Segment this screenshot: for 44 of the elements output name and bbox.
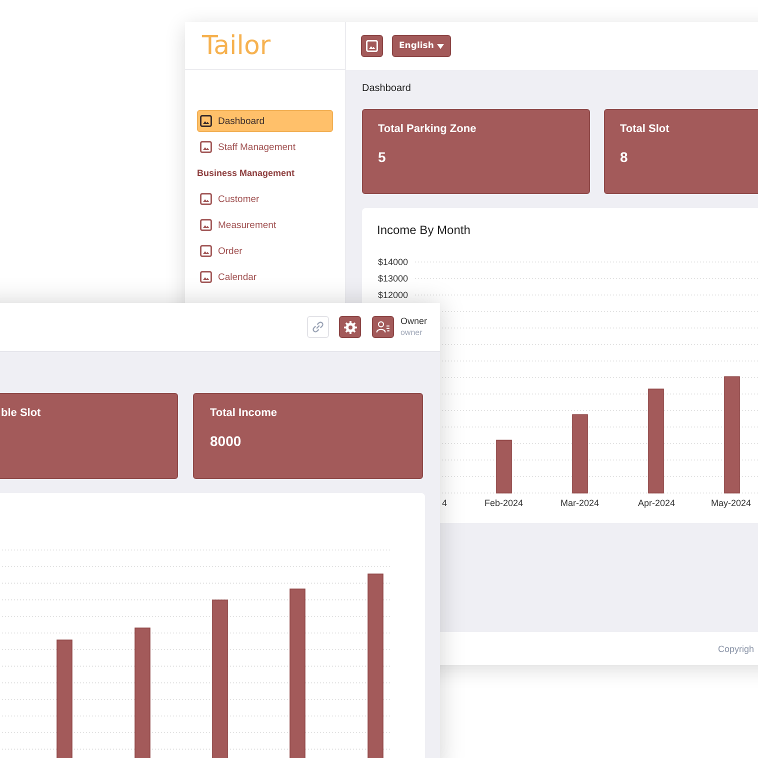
image-icon [366, 40, 378, 52]
settings-icon [344, 320, 357, 334]
person-icon [376, 321, 390, 333]
breadcrumb: Dashboard [362, 82, 411, 96]
axis-label: May-2024 [710, 498, 751, 508]
image-icon [200, 193, 212, 205]
axis-label: $13000 [378, 274, 408, 284]
link-icon [312, 321, 324, 333]
sidebar-item[interactable]: Order [197, 240, 333, 262]
language-dropdown[interactable]: English [392, 35, 451, 57]
image-icon [200, 271, 212, 283]
chart-bar [496, 440, 512, 494]
stat-title: ble Slot [1, 406, 41, 420]
image-icon [200, 115, 212, 127]
profile-button[interactable] [372, 316, 394, 338]
stat-title: Total Income [210, 406, 278, 420]
axis-label: Mar-2024 [560, 498, 599, 508]
copyright-text: Copyrigh [718, 644, 754, 654]
user-name: Owner [400, 316, 427, 327]
settings-button[interactable] [339, 316, 362, 338]
stat-title: Total Slot [620, 122, 670, 136]
image-icon [200, 141, 212, 153]
sidebar-item[interactable]: Measurement [197, 214, 333, 236]
image-icon [200, 245, 212, 257]
stat-value: 8000 [210, 433, 242, 449]
user-role: owner [400, 328, 424, 338]
chart-title: Income By Month [377, 222, 470, 238]
stat-value: 8 [620, 149, 628, 165]
sidebar-item[interactable]: Staff Management [197, 136, 333, 158]
stat-title: Total Parking Zone [378, 122, 476, 136]
sidebar-item[interactable]: Calendar [197, 266, 333, 288]
caret-icon [436, 44, 444, 48]
axis-label: Apr-2024 [638, 498, 675, 508]
image-icon [200, 219, 212, 231]
axis-label: Feb-2024 [484, 498, 523, 508]
axis-label: $14000 [378, 257, 408, 268]
logo: Tailor [202, 32, 271, 58]
sidebar-item[interactable]: Dashboard [197, 110, 333, 132]
axis-label: $12000 [378, 290, 408, 300]
section-heading: Business Management [197, 167, 295, 180]
axis-label: 4 [442, 498, 447, 508]
stat-value: 5 [378, 149, 386, 165]
image-button[interactable] [361, 35, 383, 57]
sidebar-item[interactable]: Customer [197, 188, 333, 210]
